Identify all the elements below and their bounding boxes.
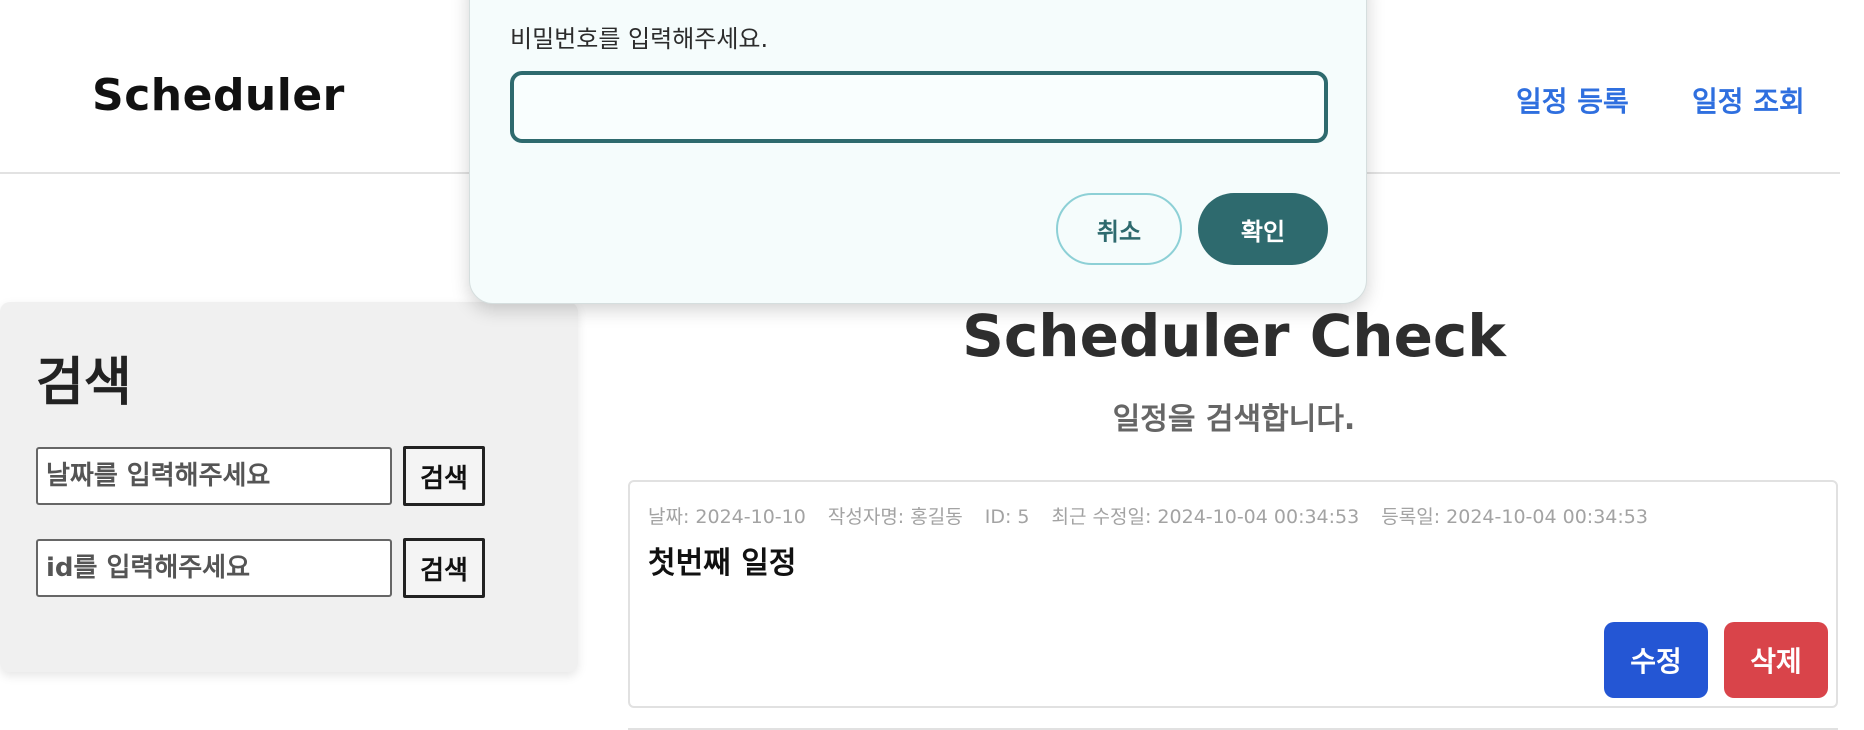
password-input[interactable] <box>510 71 1328 143</box>
schedule-title: 첫번째 일정 <box>648 546 797 581</box>
schedule-meta: 날짜: 2024-10-10 작성자명: 홍길동 ID: 5 최근 수정일: 2… <box>648 502 1664 529</box>
schedule-card: 날짜: 2024-10-10 작성자명: 홍길동 ID: 5 최근 수정일: 2… <box>628 480 1838 708</box>
password-label: 비밀번호를 입력해주세요. <box>510 25 769 53</box>
app-brand: Scheduler <box>92 70 345 121</box>
password-modal: 비밀번호를 입력해주세요. 취소 확인 <box>469 0 1367 304</box>
schedule-date: 날짜: 2024-10-10 <box>648 506 806 528</box>
id-search-input[interactable] <box>36 539 392 597</box>
sidebar-title: 검색 <box>36 353 132 413</box>
nav-link-check[interactable]: 일정 조회 <box>1692 80 1805 120</box>
cancel-button[interactable]: 취소 <box>1056 193 1182 265</box>
page-title: Scheduler Check <box>962 302 1506 370</box>
schedule-updated: 최근 수정일: 2024-10-04 00:34:53 <box>1051 506 1360 528</box>
search-sidebar: 검색 검색 검색 <box>0 302 578 672</box>
confirm-button[interactable]: 확인 <box>1198 193 1328 265</box>
edit-button[interactable]: 수정 <box>1604 622 1708 698</box>
schedule-author: 작성자명: 홍길동 <box>827 506 963 528</box>
schedule-id: ID: 5 <box>984 506 1030 528</box>
schedule-created: 등록일: 2024-10-04 00:34:53 <box>1381 506 1648 528</box>
id-search-button[interactable]: 검색 <box>403 538 485 598</box>
nav-link-register[interactable]: 일정 등록 <box>1516 80 1629 120</box>
delete-button[interactable]: 삭제 <box>1724 622 1828 698</box>
page-subtitle: 일정을 검색합니다. <box>1112 402 1356 437</box>
date-search-button[interactable]: 검색 <box>403 446 485 506</box>
date-search-input[interactable] <box>36 447 392 505</box>
